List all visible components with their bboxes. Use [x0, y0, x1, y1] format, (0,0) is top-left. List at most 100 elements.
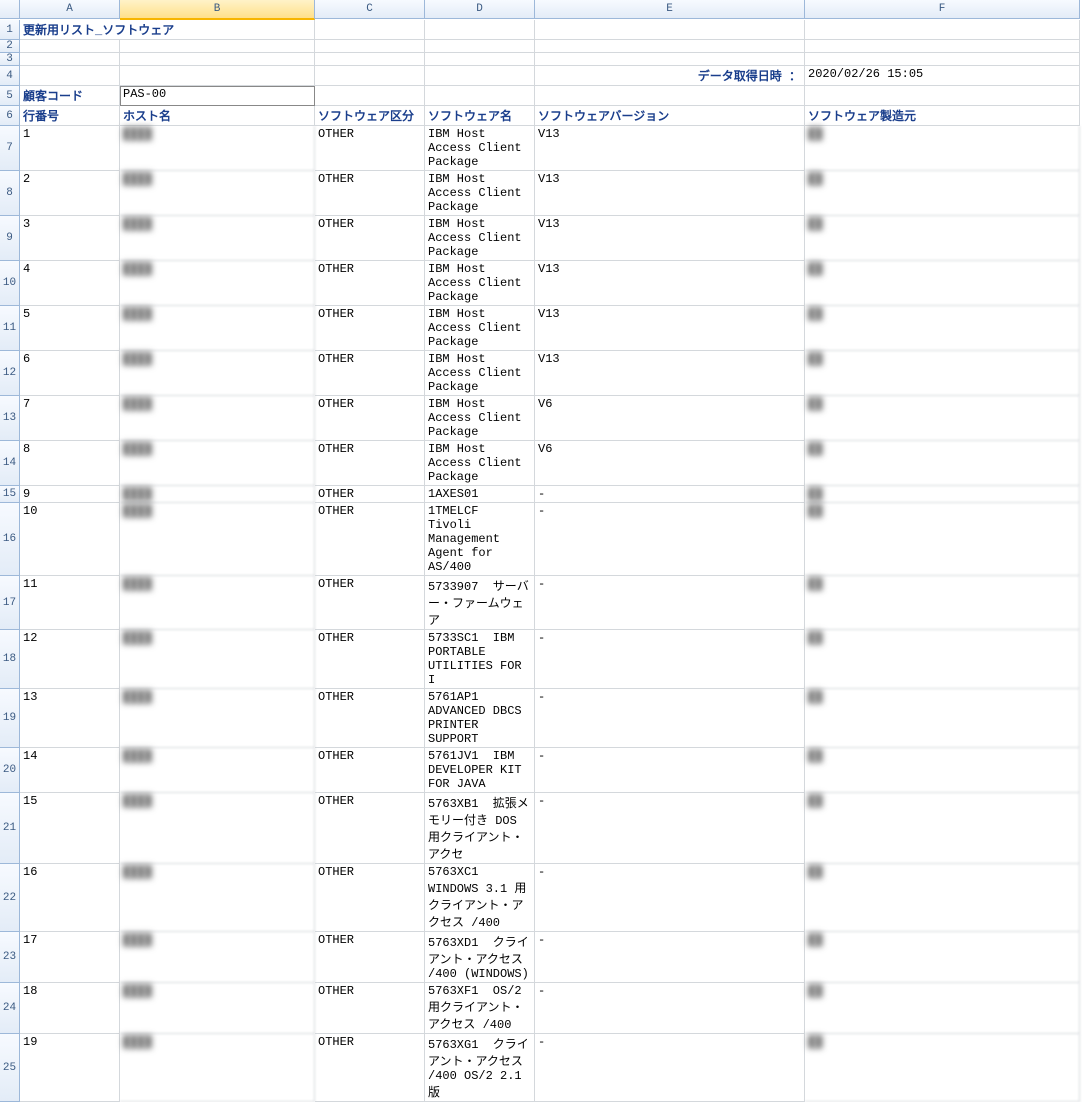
cell-swkind: OTHER [315, 748, 425, 793]
empty-cell[interactable] [425, 40, 535, 53]
empty-cell[interactable] [805, 53, 1080, 66]
row-header-8[interactable]: 8 [0, 171, 20, 216]
row-header-11[interactable]: 11 [0, 306, 20, 351]
cell-swvendor: ██ [805, 689, 1080, 748]
row-header-7[interactable]: 7 [0, 126, 20, 171]
cell-swname: 5763XD1 クライアント・アクセス /400 (WINDOWS) [425, 932, 535, 983]
cell-host: ████ [120, 576, 315, 630]
customer-code-label: 顧客コード [20, 86, 120, 106]
cell-swname: 5763XC1 WINDOWS 3.1 用クライアント・アクセス /400 [425, 864, 535, 932]
row-header-10[interactable]: 10 [0, 261, 20, 306]
cell-rowno: 11 [20, 576, 120, 630]
row-header-2[interactable]: 2 [0, 40, 20, 53]
table-header-swVer: ソフトウェアバージョン [535, 106, 805, 126]
cell-host: ████ [120, 441, 315, 486]
row-header-12[interactable]: 12 [0, 351, 20, 396]
empty-cell[interactable] [535, 40, 805, 53]
row-header-20[interactable]: 20 [0, 748, 20, 793]
row-header-19[interactable]: 19 [0, 689, 20, 748]
empty-cell[interactable] [805, 86, 1080, 106]
cell-swname: IBM Host Access Client Package [425, 396, 535, 441]
timestamp-label: データ取得日時 ： [535, 66, 805, 86]
empty-cell[interactable] [535, 53, 805, 66]
row-header-24[interactable]: 24 [0, 983, 20, 1034]
select-all-corner[interactable] [0, 0, 20, 19]
empty-cell[interactable] [535, 20, 805, 40]
cell-swkind: OTHER [315, 306, 425, 351]
cell-host: ████ [120, 126, 315, 171]
cell-host: ████ [120, 171, 315, 216]
cell-rowno: 7 [20, 396, 120, 441]
spreadsheet[interactable]: ABCDEF1更新用リスト_ソフトウェア234データ取得日時 ：2020/02/… [0, 0, 1086, 1102]
empty-cell[interactable] [120, 53, 315, 66]
table-header-swVendor: ソフトウェア製造元 [805, 106, 1080, 126]
row-header-9[interactable]: 9 [0, 216, 20, 261]
cell-swkind: OTHER [315, 576, 425, 630]
row-header-18[interactable]: 18 [0, 630, 20, 689]
empty-cell[interactable] [535, 86, 805, 106]
empty-cell[interactable] [425, 66, 535, 86]
empty-cell[interactable] [20, 53, 120, 66]
cell-rowno: 6 [20, 351, 120, 396]
cell-rowno: 16 [20, 864, 120, 932]
cell-swvendor: ██ [805, 630, 1080, 689]
table-header-swKind: ソフトウェア区分 [315, 106, 425, 126]
customer-code-value[interactable]: PAS-00 [120, 86, 315, 106]
empty-cell[interactable] [315, 86, 425, 106]
cell-host: ████ [120, 261, 315, 306]
cell-swvendor: ██ [805, 216, 1080, 261]
row-header-13[interactable]: 13 [0, 396, 20, 441]
cell-swver: - [535, 576, 805, 630]
empty-cell[interactable] [315, 20, 425, 40]
cell-swkind: OTHER [315, 1034, 425, 1102]
cell-swname: IBM Host Access Client Package [425, 351, 535, 396]
empty-cell[interactable] [20, 40, 120, 53]
empty-cell[interactable] [20, 66, 120, 86]
row-header-5[interactable]: 5 [0, 86, 20, 106]
col-header-B[interactable]: B [120, 0, 315, 20]
empty-cell[interactable] [315, 53, 425, 66]
row-header-4[interactable]: 4 [0, 66, 20, 86]
row-header-17[interactable]: 17 [0, 576, 20, 630]
cell-rowno: 5 [20, 306, 120, 351]
row-header-21[interactable]: 21 [0, 793, 20, 864]
cell-swvendor: ██ [805, 396, 1080, 441]
row-header-15[interactable]: 15 [0, 486, 20, 503]
row-header-14[interactable]: 14 [0, 441, 20, 486]
cell-swvendor: ██ [805, 1034, 1080, 1102]
row-header-25[interactable]: 25 [0, 1034, 20, 1102]
cell-swver: V13 [535, 126, 805, 171]
cell-swver: - [535, 983, 805, 1034]
empty-cell[interactable] [425, 53, 535, 66]
row-header-23[interactable]: 23 [0, 932, 20, 983]
cell-swver: V13 [535, 351, 805, 396]
empty-cell[interactable] [120, 66, 315, 86]
cell-swname: 5733SC1 IBM PORTABLE UTILITIES FOR I [425, 630, 535, 689]
empty-cell[interactable] [425, 20, 535, 40]
col-header-E[interactable]: E [535, 0, 805, 19]
cell-rowno: 14 [20, 748, 120, 793]
col-header-A[interactable]: A [20, 0, 120, 19]
cell-swvendor: ██ [805, 126, 1080, 171]
row-header-6[interactable]: 6 [0, 106, 20, 126]
row-header-1[interactable]: 1 [0, 20, 20, 40]
empty-cell[interactable] [315, 66, 425, 86]
empty-cell[interactable] [315, 40, 425, 53]
row-header-22[interactable]: 22 [0, 864, 20, 932]
col-header-C[interactable]: C [315, 0, 425, 19]
cell-rowno: 9 [20, 486, 120, 503]
row-header-16[interactable]: 16 [0, 503, 20, 576]
empty-cell[interactable] [805, 40, 1080, 53]
row-header-3[interactable]: 3 [0, 53, 20, 66]
table-header-host: ホスト名 [120, 106, 315, 126]
cell-swname: 5761JV1 IBM DEVELOPER KIT FOR JAVA [425, 748, 535, 793]
empty-cell[interactable] [805, 20, 1080, 40]
cell-swkind: OTHER [315, 630, 425, 689]
empty-cell[interactable] [425, 86, 535, 106]
cell-swver: - [535, 748, 805, 793]
cell-swname: 5761AP1 ADVANCED DBCS PRINTER SUPPORT [425, 689, 535, 748]
cell-swver: - [535, 793, 805, 864]
col-header-F[interactable]: F [805, 0, 1080, 19]
empty-cell[interactable] [120, 40, 315, 53]
col-header-D[interactable]: D [425, 0, 535, 19]
